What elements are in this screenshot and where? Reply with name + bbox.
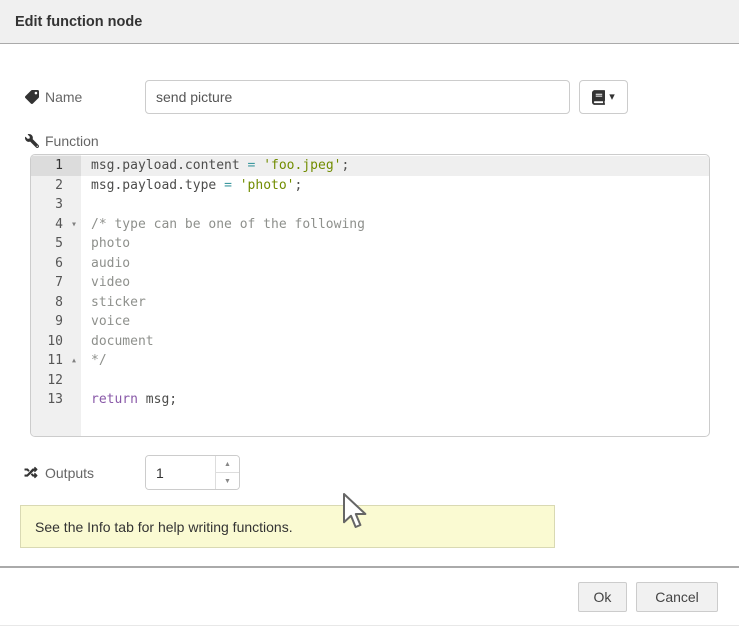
name-label-text: Name: [45, 89, 82, 105]
line-number: 4: [31, 215, 67, 235]
line-number-cell[interactable]: 11▴: [31, 351, 81, 371]
dialog-header: Edit function node: [0, 0, 739, 44]
fold-spacer: [67, 332, 81, 352]
line-number: 8: [31, 293, 67, 313]
line-number: 6: [31, 254, 67, 274]
line-number-cell[interactable]: 4▾: [31, 215, 81, 235]
fold-spacer: [67, 234, 81, 254]
code-line[interactable]: 1 msg.payload.content = 'foo.jpeg';: [31, 156, 709, 176]
spinner-buttons: ▲ ▼: [215, 456, 239, 489]
line-number-cell[interactable]: 1: [31, 156, 81, 176]
outputs-label-text: Outputs: [45, 465, 94, 481]
line-number-cell[interactable]: 3: [31, 195, 81, 215]
code-line-text: [81, 371, 709, 391]
fold-close-icon[interactable]: ▴: [67, 351, 81, 371]
fold-spacer: [67, 371, 81, 391]
code-line-text: [81, 195, 709, 215]
outputs-input[interactable]: [146, 456, 215, 489]
code-line[interactable]: 2 msg.payload.type = 'photo';: [31, 176, 709, 196]
spinner-down-icon: ▼: [224, 478, 231, 485]
code-line-text: sticker: [81, 293, 709, 313]
line-number-cell[interactable]: 10: [31, 332, 81, 352]
fold-spacer: [67, 156, 81, 176]
code-line[interactable]: 7 video: [31, 273, 709, 293]
dialog-title: Edit function node: [15, 0, 142, 44]
code-line-text: photo: [81, 234, 709, 254]
line-number-cell[interactable]: 2: [31, 176, 81, 196]
spinner-up-button[interactable]: ▲: [216, 456, 239, 473]
code-line-text: return msg;: [81, 390, 709, 410]
caret-down-icon: ▾: [609, 92, 615, 103]
fold-spacer: [67, 254, 81, 274]
line-number-cell[interactable]: 13: [31, 390, 81, 410]
code-line[interactable]: 3: [31, 195, 709, 215]
name-label: Name: [25, 80, 82, 114]
code-line-text: msg.payload.type = 'photo';: [81, 176, 709, 196]
code-line[interactable]: 8 sticker: [31, 293, 709, 313]
code-line[interactable]: 13 return msg;: [31, 390, 709, 410]
code-line[interactable]: 12: [31, 371, 709, 391]
code-line[interactable]: 9 voice: [31, 312, 709, 332]
code-line-text: msg.payload.content = 'foo.jpeg';: [81, 156, 709, 176]
fold-spacer: [67, 273, 81, 293]
code-line-text: /* type can be one of the following: [81, 215, 709, 235]
code-line[interactable]: 5 photo: [31, 234, 709, 254]
fold-spacer: [67, 312, 81, 332]
line-number-cell[interactable]: 9: [31, 312, 81, 332]
line-number: 5: [31, 234, 67, 254]
line-number-cell[interactable]: 12: [31, 371, 81, 391]
line-number-cell[interactable]: 8: [31, 293, 81, 313]
line-number: 3: [31, 195, 67, 215]
edit-function-dialog: Edit function node Name ▾ Function 1 msg.…: [0, 0, 739, 630]
code-line[interactable]: 11▴*/: [31, 351, 709, 371]
line-number: 7: [31, 273, 67, 293]
code-line[interactable]: 6 audio: [31, 254, 709, 274]
name-input[interactable]: [145, 80, 570, 114]
wrench-icon: [25, 134, 39, 148]
dialog-bottom-edge: [0, 625, 739, 626]
line-number: 10: [31, 332, 67, 352]
function-label: Function: [25, 131, 99, 151]
line-number: 12: [31, 371, 67, 391]
code-editor-content: 1 msg.payload.content = 'foo.jpeg'; 2 msg.p…: [31, 156, 709, 410]
fold-open-icon[interactable]: ▾: [67, 215, 81, 235]
line-number-cell[interactable]: 6: [31, 254, 81, 274]
code-line-text: */: [81, 351, 709, 371]
line-number-cell[interactable]: 5: [31, 234, 81, 254]
code-line[interactable]: 4▾/* type can be one of the following: [31, 215, 709, 235]
ok-button[interactable]: Ok: [578, 582, 627, 612]
outputs-spinner: ▲ ▼: [145, 455, 240, 490]
cancel-button[interactable]: Cancel: [636, 582, 718, 612]
book-icon: [592, 90, 605, 105]
fold-spacer: [67, 390, 81, 410]
footer-divider: [0, 566, 739, 568]
library-button[interactable]: ▾: [579, 80, 628, 114]
code-line-text: video: [81, 273, 709, 293]
info-tip-text: See the Info tab for help writing functi…: [35, 519, 293, 535]
code-editor[interactable]: 1 msg.payload.content = 'foo.jpeg'; 2 msg.p…: [30, 154, 710, 437]
line-number-cell[interactable]: 7: [31, 273, 81, 293]
fold-spacer: [67, 195, 81, 215]
line-number: 2: [31, 176, 67, 196]
line-number: 9: [31, 312, 67, 332]
function-label-text: Function: [45, 133, 99, 149]
code-line-text: voice: [81, 312, 709, 332]
code-line-text: document: [81, 332, 709, 352]
spinner-up-icon: ▲: [224, 461, 231, 468]
fold-spacer: [67, 176, 81, 196]
outputs-label: Outputs: [23, 455, 94, 490]
code-line[interactable]: 10 document: [31, 332, 709, 352]
spinner-down-button[interactable]: ▼: [216, 473, 239, 489]
line-number: 1: [31, 156, 67, 176]
info-tip: See the Info tab for help writing functi…: [20, 505, 555, 548]
fold-spacer: [67, 293, 81, 313]
code-line-text: audio: [81, 254, 709, 274]
line-number: 13: [31, 390, 67, 410]
line-number: 11: [31, 351, 67, 371]
shuffle-icon: [23, 466, 39, 479]
tag-icon: [25, 90, 39, 104]
